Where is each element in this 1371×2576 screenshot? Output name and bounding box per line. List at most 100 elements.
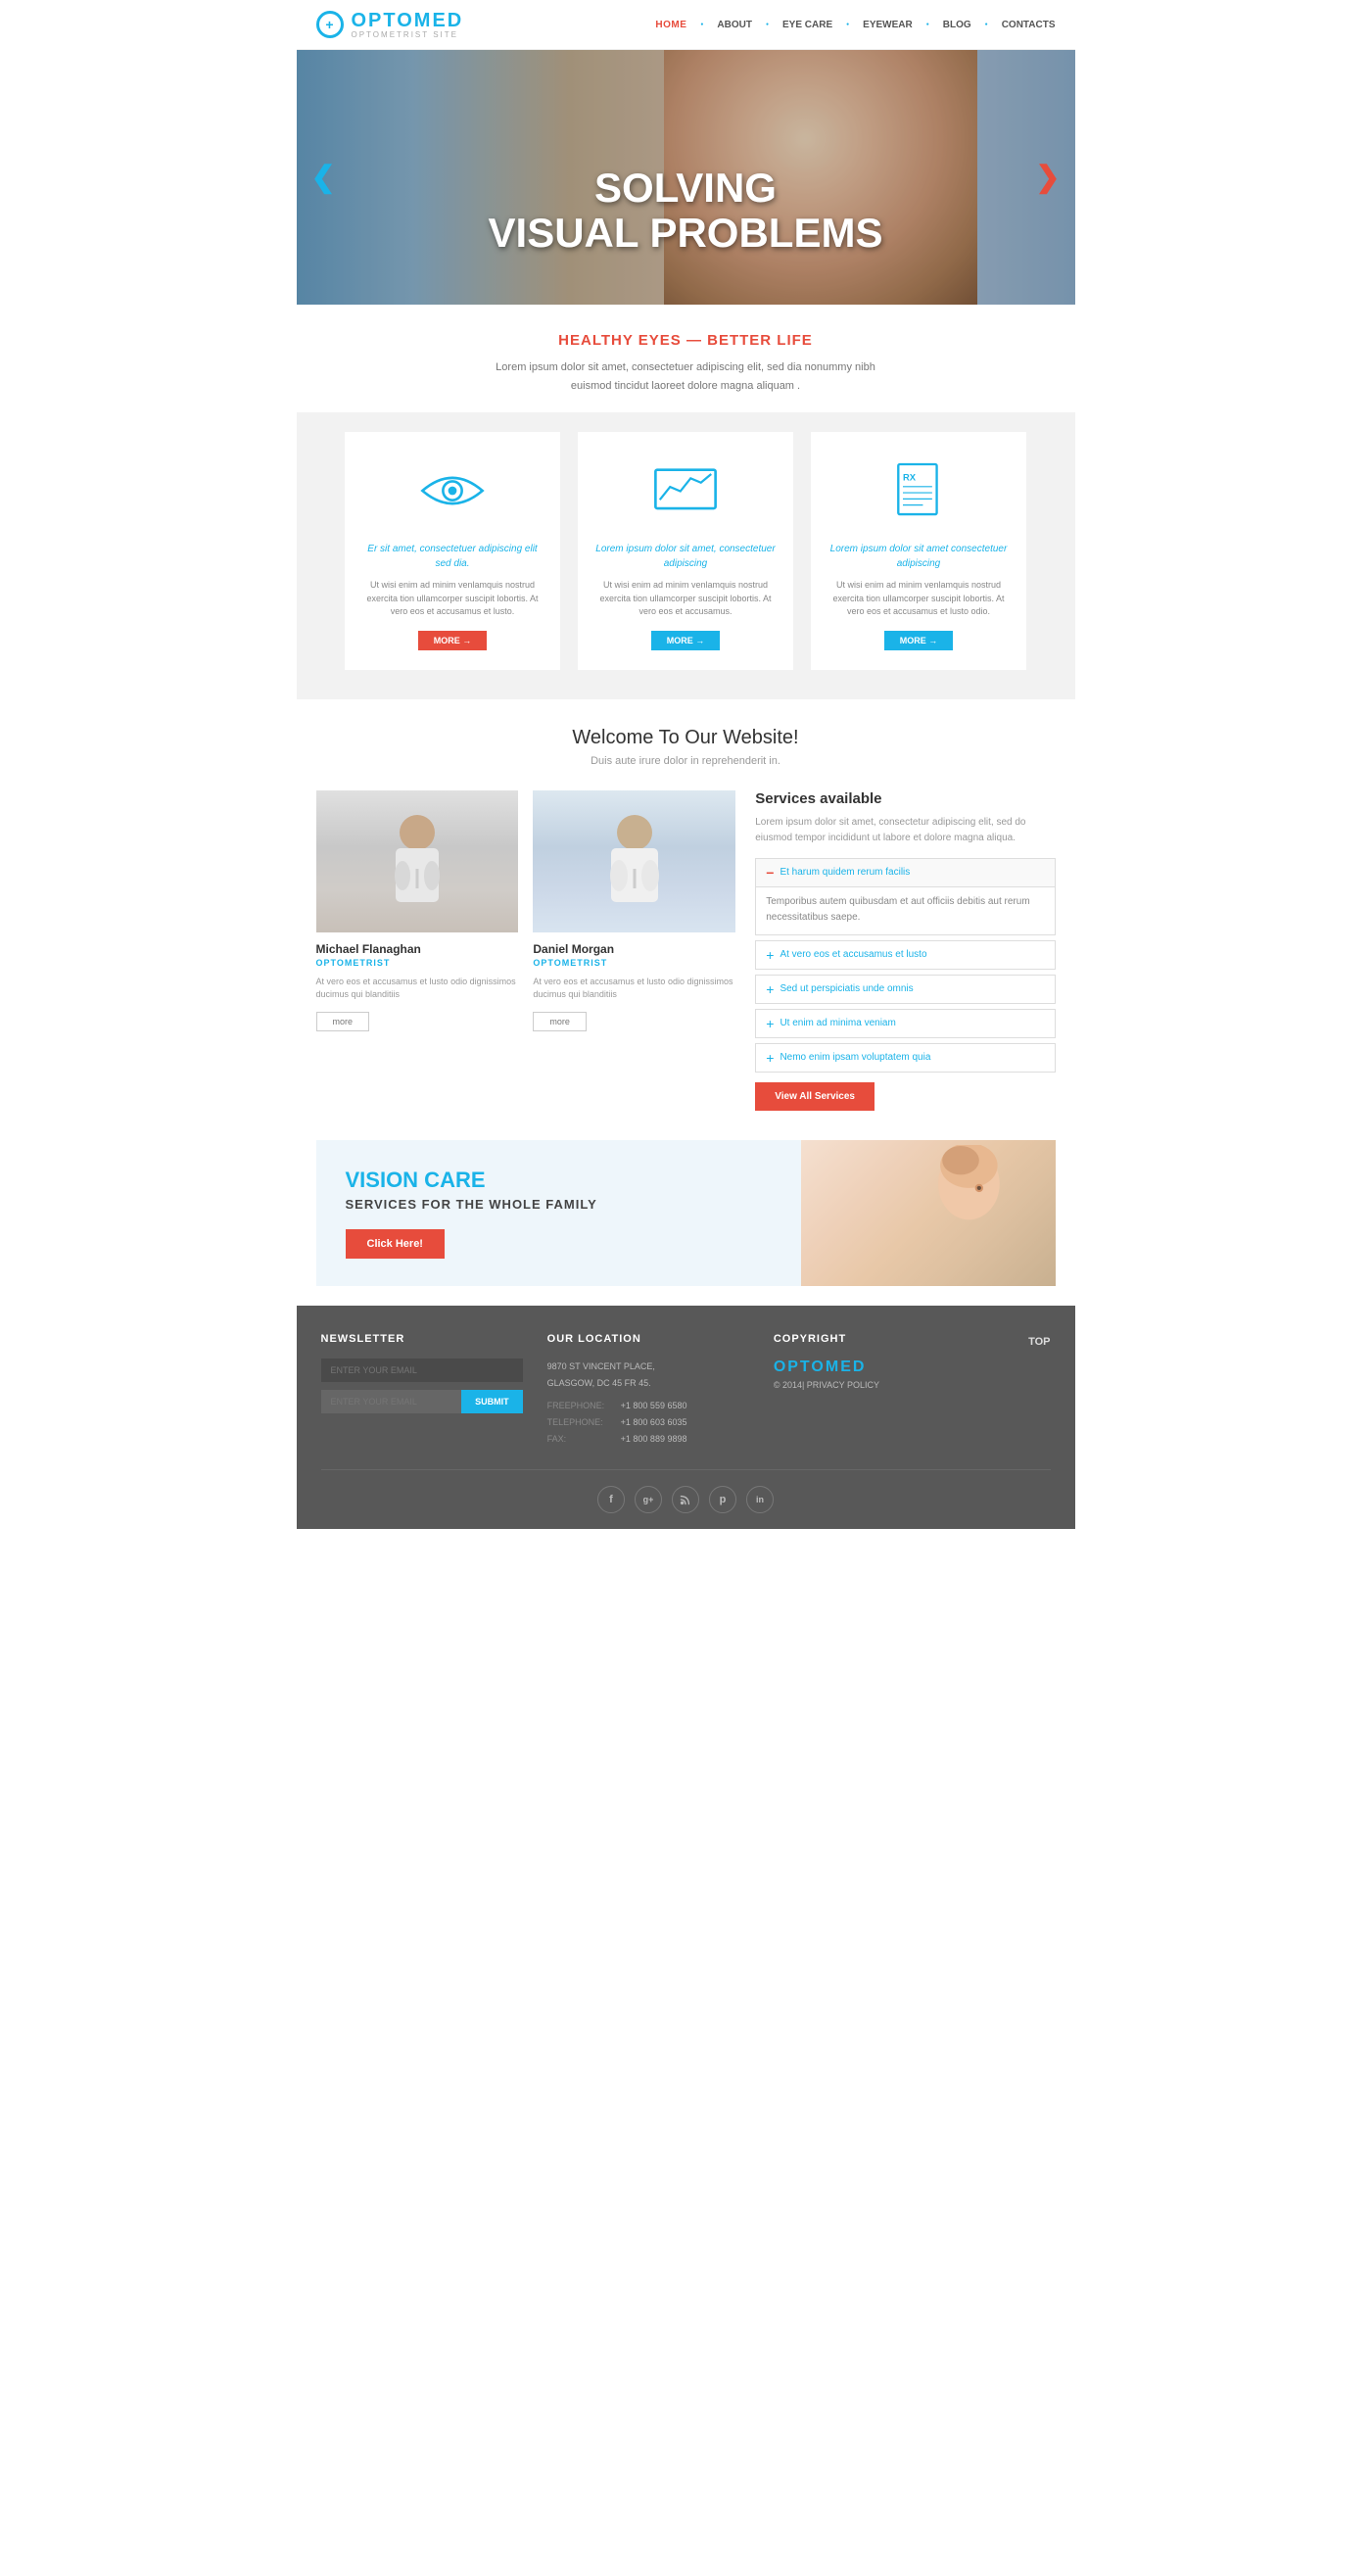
chart-icon — [651, 464, 720, 518]
vision-care-title: VISION CARE — [346, 1168, 1026, 1193]
welcome-subtext: Duis aute irure dolor in reprehenderit i… — [326, 755, 1046, 767]
nav-dot-3: ● — [846, 22, 849, 27]
hero-next-button[interactable]: ❯ — [1035, 161, 1060, 195]
vision-care-subtitle: SERVICES FOR THE WHOLE FAMILY — [346, 1197, 1026, 1212]
social-linkedin-icon[interactable]: in — [746, 1486, 774, 1513]
doctor-silhouette-1 — [368, 805, 466, 932]
welcome-heading: Welcome To Our Website! — [326, 727, 1046, 749]
footer-top-col: TOP — [967, 1333, 1051, 1348]
nav-about[interactable]: ABOUT — [717, 20, 752, 30]
feature-title-2: Lorem ipsum dolor sit amet, consectetuer… — [592, 542, 779, 571]
social-rss-icon[interactable] — [672, 1486, 699, 1513]
vision-care-banner: VISION CARE SERVICES FOR THE WHOLE FAMIL… — [316, 1140, 1056, 1286]
feature-text-1: Ut wisi enim ad minim venlamquis nostrud… — [359, 579, 545, 619]
feature-text-2: Ut wisi enim ad minim venlamquis nostrud… — [592, 579, 779, 619]
welcome-section: Welcome To Our Website! Duis aute irure … — [297, 699, 1075, 781]
footer-location-col: OUR LOCATION 9870 ST VINCENT PLACE, GLAS… — [547, 1333, 749, 1448]
doctor-card-2: Daniel Morgan OPTOMETRIST At vero eos et… — [533, 790, 735, 1111]
service-item-1[interactable]: + At vero eos et accusamus et lusto — [755, 940, 1055, 970]
feature-more-button-2[interactable]: MORE → — [651, 631, 721, 650]
feature-more-button-1[interactable]: MORE → — [418, 631, 488, 650]
feature-title-3: Lorem ipsum dolor sit amet consectetuer … — [826, 542, 1012, 571]
freephone-label: FREEPHONE: — [547, 1398, 616, 1414]
hero-text-block: SOLVING VISUAL PROBLEMS — [489, 166, 883, 256]
doctor-text-1: At vero eos et accusamus et lusto odio d… — [316, 976, 519, 1002]
top-link[interactable]: TOP — [1028, 1336, 1050, 1348]
doctor-photo-2 — [533, 790, 735, 932]
newsletter-email-input-1[interactable] — [321, 1359, 523, 1382]
plus-icon-1: + — [766, 947, 774, 963]
nav-eyewear[interactable]: EYEWEAR — [863, 20, 913, 30]
feature-card-3: RX Lorem ipsum dolor sit amet consectetu… — [811, 432, 1026, 670]
plus-icon-4: + — [766, 1050, 774, 1066]
address-line-2: GLASGOW, DC 45 FR 45. — [547, 1375, 749, 1392]
logo-icon: + — [316, 11, 344, 38]
social-google-icon[interactable]: g+ — [635, 1486, 662, 1513]
newsletter-email-input-2[interactable] — [321, 1390, 462, 1413]
fax-label: FAX: — [547, 1431, 616, 1448]
plus-icon-3: + — [766, 1016, 774, 1031]
intro-section: HEALTHY EYES — BETTER LIFE Lorem ipsum d… — [297, 305, 1075, 412]
nav-dot-2: ● — [766, 22, 769, 27]
feature-card-1: Er sit amet, consectetuer adipiscing eli… — [345, 432, 560, 670]
hero-headline-line2: VISUAL PROBLEMS — [489, 211, 883, 256]
nav-home[interactable]: HOME — [655, 20, 686, 30]
svg-text:RX: RX — [903, 471, 917, 482]
service-item-2[interactable]: + Sed ut perspiciatis unde omnis — [755, 975, 1055, 1004]
nav-dot-4: ● — [926, 22, 929, 27]
telephone-label: TELEPHONE: — [547, 1414, 616, 1431]
view-all-services-button[interactable]: View All Services — [755, 1082, 875, 1111]
footer-grid: NEWSLETTER SUBMIT OUR LOCATION 9870 ST V… — [321, 1333, 1051, 1448]
doctor-more-button-2[interactable]: more — [533, 1012, 587, 1031]
doctor-more-button-1[interactable]: more — [316, 1012, 370, 1031]
footer-newsletter-col: NEWSLETTER SUBMIT — [321, 1333, 523, 1413]
services-title: Services available — [755, 790, 1055, 807]
footer-copyright-col: COPYRIGHT OPTOMED © 2014| PRIVACY POLICY — [774, 1333, 942, 1390]
expanded-item-label: Et harum quidem rerum facilis — [780, 867, 910, 878]
doctor-text-2: At vero eos et accusamus et lusto odio d… — [533, 976, 735, 1002]
newsletter-submit-button[interactable]: SUBMIT — [461, 1390, 523, 1413]
intro-heading: HEALTHY EYES — BETTER LIFE — [336, 332, 1036, 349]
team-section: Michael Flanaghan OPTOMETRIST At vero eo… — [316, 790, 736, 1111]
footer: NEWSLETTER SUBMIT OUR LOCATION 9870 ST V… — [297, 1306, 1075, 1529]
eye-icon — [418, 466, 487, 515]
feature-icon-1 — [413, 452, 492, 530]
copyright-text: © 2014| PRIVACY POLICY — [774, 1380, 942, 1390]
service-label-2: Sed ut perspiciatis unde omnis — [780, 983, 913, 994]
feature-more-button-3[interactable]: MORE → — [884, 631, 954, 650]
logo-subtitle: OPTOMETRIST SITE — [352, 30, 464, 39]
service-label-1: At vero eos et accusamus et lusto — [780, 949, 926, 960]
feature-icon-2 — [646, 452, 725, 530]
feature-icon-3: RX — [879, 452, 958, 530]
service-label-4: Nemo enim ipsam voluptatem quia — [780, 1052, 930, 1063]
logo-brand: OPTOMED OPTOMETRIST SITE — [352, 10, 464, 39]
nav-eye-care[interactable]: EYE CARE — [782, 20, 832, 30]
social-pinterest-icon[interactable]: p — [709, 1486, 736, 1513]
nav-blog[interactable]: BLOG — [943, 20, 971, 30]
service-expanded-text: Temporibus autem quibusdam et aut offici… — [755, 887, 1055, 935]
nav-contacts[interactable]: CONTACTS — [1002, 20, 1056, 30]
logo-text: OPTOMED — [352, 10, 464, 32]
click-here-button[interactable]: Click Here! — [346, 1229, 445, 1259]
minus-icon: − — [766, 865, 774, 881]
freephone-value: +1 800 559 6580 — [621, 1398, 687, 1414]
service-label-3: Ut enim ad minima veniam — [780, 1018, 895, 1028]
service-item-expanded[interactable]: − Et harum quidem rerum facilis — [755, 858, 1055, 887]
service-item-4[interactable]: + Nemo enim ipsam voluptatem quia — [755, 1043, 1055, 1073]
nav-dot-1: ● — [700, 22, 703, 27]
footer-copyright-title: COPYRIGHT — [774, 1333, 942, 1345]
doctor-silhouette-2 — [586, 805, 684, 932]
footer-newsletter-title: NEWSLETTER — [321, 1333, 523, 1345]
feature-card-2: Lorem ipsum dolor sit amet, consectetuer… — [578, 432, 793, 670]
features-grid: Er sit amet, consectetuer adipiscing eli… — [321, 432, 1051, 670]
telephone-value: +1 800 603 6035 — [621, 1414, 687, 1431]
social-facebook-icon[interactable]: f — [597, 1486, 625, 1513]
hero-prev-button[interactable]: ❮ — [311, 161, 336, 195]
rx-icon: RX — [892, 459, 946, 523]
header: + OPTOMED OPTOMETRIST SITE HOME ● ABOUT … — [297, 0, 1075, 50]
service-item-3[interactable]: + Ut enim ad minima veniam — [755, 1009, 1055, 1038]
footer-social: f g+ p in — [321, 1469, 1051, 1513]
footer-address: 9870 ST VINCENT PLACE, GLASGOW, DC 45 FR… — [547, 1359, 749, 1448]
copyright-brand: OPTOMED — [774, 1359, 942, 1376]
doctor-photo-1 — [316, 790, 519, 932]
